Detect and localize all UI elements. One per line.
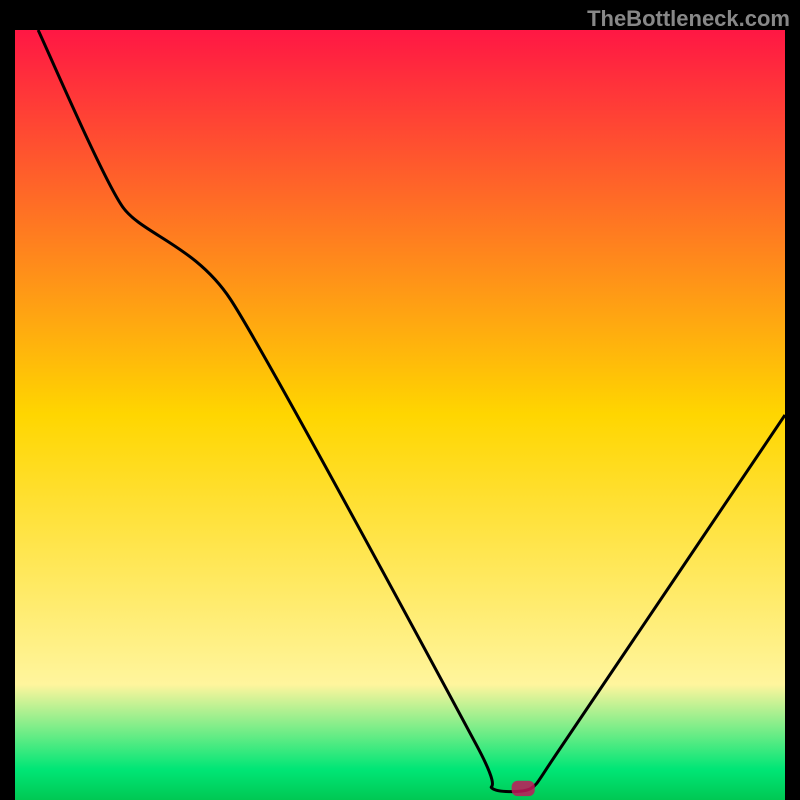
chart-container: TheBottleneck.com [0,0,800,800]
watermark-text: TheBottleneck.com [587,6,790,32]
chart-svg [15,30,785,800]
plot-area [15,30,785,800]
optimal-marker [512,781,535,796]
gradient-background [15,30,785,800]
